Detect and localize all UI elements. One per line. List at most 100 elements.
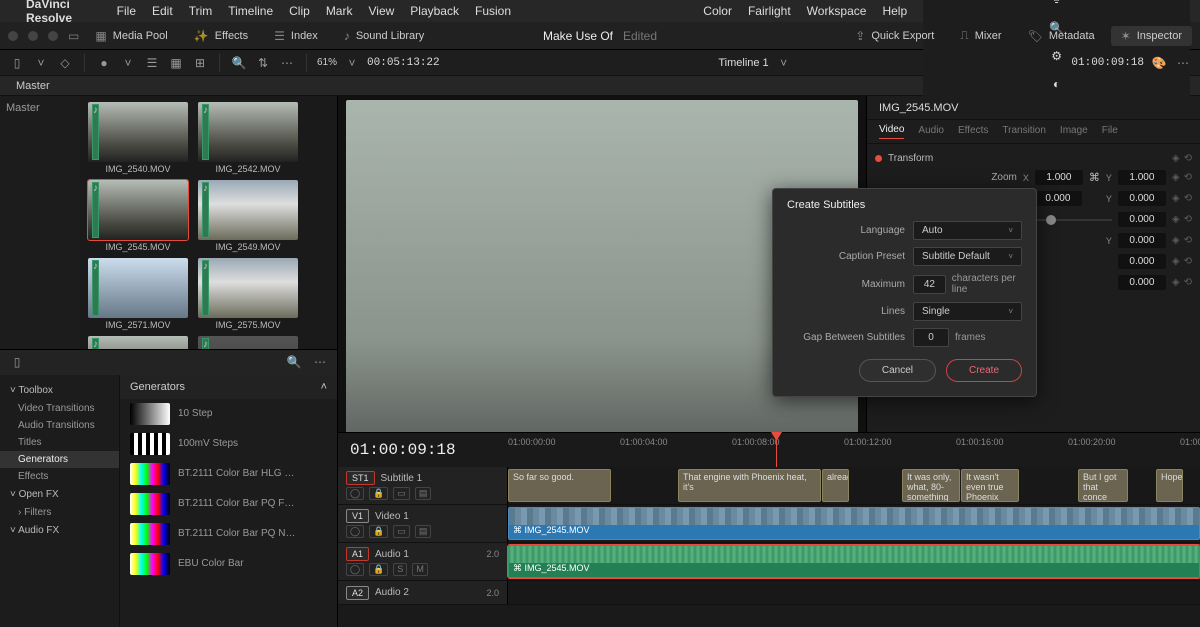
language-select[interactable]: Auto˅: [913, 221, 1022, 240]
grid2-icon[interactable]: ⊞: [191, 56, 209, 70]
marker-icon[interactable]: ◇: [56, 56, 74, 70]
inspector-button[interactable]: ✶Inspector: [1111, 26, 1192, 46]
traffic-min-icon[interactable]: [28, 31, 38, 41]
subtitle-clip[interactable]: It wasn't even true Phoenix heat: [961, 469, 1019, 502]
subtitle-clip[interactable]: So far so good.: [508, 469, 611, 502]
track-body-st1[interactable]: So far so good. That engine with Phoenix …: [508, 467, 1200, 504]
cc-icon[interactable]: ▭: [393, 487, 410, 500]
generator-item[interactable]: EBU Color Bar: [120, 549, 337, 579]
video-clip[interactable]: ⌘ IMG_2545.MOV: [508, 507, 1200, 540]
fx-search-icon[interactable]: 🔍: [285, 355, 303, 369]
subtitle-icon[interactable]: ▤: [415, 487, 432, 500]
color-wheel-icon[interactable]: 🎨: [1150, 56, 1168, 70]
traffic-close-icon[interactable]: [8, 31, 18, 41]
record-timecode[interactable]: 01:00:09:18: [1071, 57, 1144, 69]
generator-item[interactable]: BT.2111 Color Bar PQ N…: [120, 519, 337, 549]
create-button[interactable]: Create: [946, 359, 1022, 382]
keyframe-icon[interactable]: ◈: [1172, 153, 1180, 164]
menu-timeline[interactable]: Timeline: [228, 4, 273, 18]
tab-audio[interactable]: Audio: [918, 125, 944, 139]
fx-tree-item[interactable]: Effects: [0, 468, 119, 485]
fx-group-openfx[interactable]: ˅ Open FX: [0, 485, 119, 504]
lines-select[interactable]: Single˅: [913, 302, 1022, 321]
media-clip[interactable]: ♪IMG_2638.MOV: [88, 336, 188, 349]
track-header-st1[interactable]: ST1Subtitle 1 ◯🔒▭▤: [338, 467, 508, 504]
tab-image[interactable]: Image: [1060, 125, 1088, 139]
mute-button[interactable]: M: [412, 563, 428, 576]
view-mode-chevron-icon[interactable]: ˅: [32, 56, 50, 70]
fx-group-audiofx[interactable]: ˅ Audio FX: [0, 521, 119, 540]
more2-icon[interactable]: ⋯: [1174, 56, 1192, 70]
control-center-icon[interactable]: ⚙: [1051, 49, 1062, 63]
more-icon[interactable]: ⋯: [278, 56, 296, 70]
menu-help[interactable]: Help: [882, 4, 907, 18]
effects-button[interactable]: ✨Effects: [184, 26, 258, 46]
fx-tree-item[interactable]: Titles: [0, 434, 119, 451]
layout-icon[interactable]: ▭: [68, 29, 79, 43]
subtitle-clip[interactable]: Hopefully: [1156, 469, 1183, 502]
menu-color[interactable]: Color: [703, 4, 732, 18]
view-mode-icon[interactable]: ▯: [8, 56, 26, 70]
zoom-value[interactable]: 61%: [317, 57, 337, 68]
solo-button[interactable]: S: [393, 563, 407, 576]
pos-y-field[interactable]: 0.000: [1118, 191, 1166, 206]
menu-playback[interactable]: Playback: [410, 4, 459, 18]
grid-icon[interactable]: ▦: [167, 56, 185, 70]
audio-clip[interactable]: ⌘ IMG_2545.MOV: [508, 545, 1200, 578]
extra1-field[interactable]: 0.000: [1118, 233, 1166, 248]
menu-clip[interactable]: Clip: [289, 4, 310, 18]
menu-fusion[interactable]: Fusion: [475, 4, 511, 18]
tab-file[interactable]: File: [1102, 125, 1118, 139]
sound-library-button[interactable]: ♪Sound Library: [334, 26, 435, 46]
fx-tree-item[interactable]: Audio Transitions: [0, 417, 119, 434]
gap-field[interactable]: 0: [913, 328, 949, 347]
dot-icon[interactable]: ●: [95, 56, 113, 70]
media-clip[interactable]: ♪IMG_2575.MOV: [198, 258, 298, 330]
fx-more-icon[interactable]: ⋯: [311, 355, 329, 369]
menu-file[interactable]: File: [117, 4, 136, 18]
track-body-a2[interactable]: [508, 581, 1200, 604]
generator-item[interactable]: BT.2111 Color Bar HLG …: [120, 459, 337, 489]
subtitle-clip[interactable]: It was only, what, 80-something: [902, 469, 960, 502]
app-name[interactable]: DaVinci Resolve: [26, 0, 101, 25]
subtitle-clip[interactable]: That engine with Phoenix heat, it's: [678, 469, 821, 502]
media-pool-button[interactable]: ▦Media Pool: [85, 26, 177, 46]
source-timecode[interactable]: 00:05:13:22: [367, 57, 440, 69]
timeline-ruler[interactable]: 01:00:00:0001:00:04:0001:00:08:0001:00:1…: [508, 433, 1200, 467]
enable-track-icon[interactable]: ◯: [346, 487, 364, 500]
tab-transition[interactable]: Transition: [1002, 125, 1046, 139]
wifi-icon[interactable]: ᯤ: [1051, 0, 1062, 7]
list-icon[interactable]: ☰: [143, 56, 161, 70]
extra3-field[interactable]: 0.000: [1118, 275, 1166, 290]
generator-item[interactable]: 100mV Steps: [120, 429, 337, 459]
chevron-down-icon[interactable]: ˅: [119, 56, 137, 70]
media-pool-sidebar[interactable]: Master: [0, 96, 80, 349]
cancel-button[interactable]: Cancel: [859, 359, 936, 382]
zoom-y-field[interactable]: 1.000: [1118, 170, 1166, 185]
track-header-a1[interactable]: A1Audio 12.0 ◯🔒SM: [338, 543, 508, 580]
caption-preset-select[interactable]: Subtitle Default˅: [913, 247, 1022, 266]
generator-item[interactable]: BT.2111 Color Bar PQ F…: [120, 489, 337, 519]
lock-track-icon[interactable]: 🔒: [369, 487, 388, 500]
menu-workspace[interactable]: Workspace: [807, 4, 867, 18]
fx-filters[interactable]: › Filters: [0, 504, 119, 521]
index-button[interactable]: ☰Index: [264, 26, 328, 46]
sort-icon[interactable]: ⇅: [254, 56, 272, 70]
media-clip[interactable]: ♪IMG_2540.MOV: [88, 102, 188, 174]
media-clip[interactable]: ♪IMG_2571.MOV: [88, 258, 188, 330]
media-clip[interactable]: ♪IMG_2549.MOV: [198, 180, 298, 252]
tab-video[interactable]: Video: [879, 124, 904, 139]
menu-trim[interactable]: Trim: [189, 4, 213, 18]
tab-effects[interactable]: Effects: [958, 125, 988, 139]
track-body-a1[interactable]: ⌘ IMG_2545.MOV: [508, 543, 1200, 580]
media-clip[interactable]: ♪IMG_2545.MOV: [88, 180, 188, 252]
group-toggle-icon[interactable]: [875, 155, 882, 162]
rotation-field[interactable]: 0.000: [1118, 212, 1166, 227]
track-header-v1[interactable]: V1Video 1 ◯🔒▭▤: [338, 505, 508, 542]
fx-tree-item[interactable]: Video Transitions: [0, 400, 119, 417]
timeline-name[interactable]: Timeline 1: [718, 57, 768, 69]
reset-icon[interactable]: ⟲: [1184, 153, 1192, 164]
menu-edit[interactable]: Edit: [152, 4, 173, 18]
menu-view[interactable]: View: [368, 4, 394, 18]
zoom-x-field[interactable]: 1.000: [1035, 170, 1083, 185]
